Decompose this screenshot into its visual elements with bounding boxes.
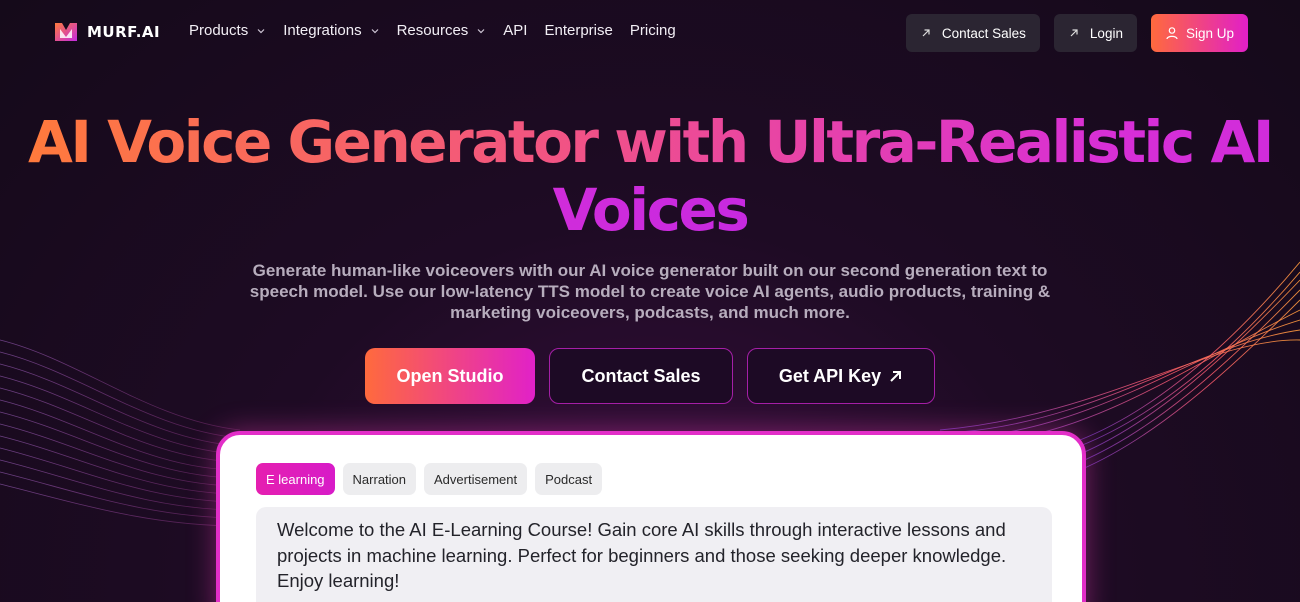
nav-products-label: Products	[189, 22, 249, 39]
arrow-up-right-icon	[1070, 29, 1078, 37]
nav-integrations[interactable]: Integrations	[283, 22, 379, 39]
brand-logo[interactable]: MURF.AI	[54, 20, 160, 44]
demo-tabs: E learning Narration Advertisement Podca…	[256, 463, 603, 495]
nav-api[interactable]: API	[503, 22, 527, 39]
tab-narration[interactable]: Narration	[342, 463, 417, 495]
chevron-down-icon	[477, 28, 485, 33]
nav-enterprise[interactable]: Enterprise	[544, 22, 612, 39]
hero-cta-row: Open Studio Contact Sales Get API Key	[0, 348, 1300, 404]
nav-actions: Contact Sales Login Sign Up	[905, 14, 1248, 52]
nav-integrations-label: Integrations	[283, 22, 362, 39]
nav-products[interactable]: Products	[189, 22, 266, 39]
arrow-up-right-icon	[890, 370, 902, 382]
login-label: Login	[1089, 25, 1123, 41]
top-nav: MURF.AI Products Integrations Resources …	[0, 0, 1300, 66]
tab-e-learning[interactable]: E learning	[256, 463, 335, 495]
hero-subtitle: Generate human-like voiceovers with our …	[249, 261, 1051, 322]
hero-title-text: AI Voice Generator with Ultra-Realistic …	[28, 108, 1274, 244]
nav-api-label: API	[503, 22, 528, 39]
chevron-down-icon	[257, 28, 265, 33]
nav-pricing[interactable]: Pricing	[630, 22, 676, 39]
signup-button[interactable]: Sign Up	[1150, 14, 1248, 52]
contact-sales-button[interactable]: Contact Sales	[549, 348, 733, 404]
open-studio-button[interactable]: Open Studio	[365, 348, 535, 404]
signup-label: Sign Up	[1185, 25, 1234, 41]
brand-name: MURF.AI	[87, 23, 161, 41]
murf-logo-icon	[55, 23, 77, 41]
hero-title: AI Voice Generator with Ultra-Realistic …	[0, 108, 1300, 244]
get-api-key-button[interactable]: Get API Key	[747, 348, 935, 404]
arrow-up-right-icon	[922, 29, 930, 37]
tab-advertisement[interactable]: Advertisement	[424, 463, 528, 495]
login-button[interactable]: Login	[1053, 14, 1137, 52]
demo-text-input[interactable]: Welcome to the AI E-Learning Course! Gai…	[256, 507, 1052, 602]
nav-enterprise-label: Enterprise	[544, 22, 613, 39]
nav-pricing-label: Pricing	[629, 22, 676, 39]
nav-links: Products Integrations Resources API Ente…	[189, 22, 693, 39]
chevron-down-icon	[371, 28, 379, 33]
nav-resources-label: Resources	[396, 22, 469, 39]
user-icon	[1166, 27, 1178, 40]
contact-sales-nav-button[interactable]: Contact Sales	[905, 14, 1040, 52]
contact-sales-label: Contact Sales	[581, 365, 701, 386]
contact-sales-nav-label: Contact Sales	[941, 25, 1026, 41]
voice-demo-card: E learning Narration Advertisement Podca…	[216, 431, 1086, 602]
open-studio-label: Open Studio	[396, 365, 504, 386]
tab-podcast[interactable]: Podcast	[535, 463, 603, 495]
nav-resources[interactable]: Resources	[397, 22, 487, 39]
get-api-key-label: Get API Key	[778, 365, 882, 386]
